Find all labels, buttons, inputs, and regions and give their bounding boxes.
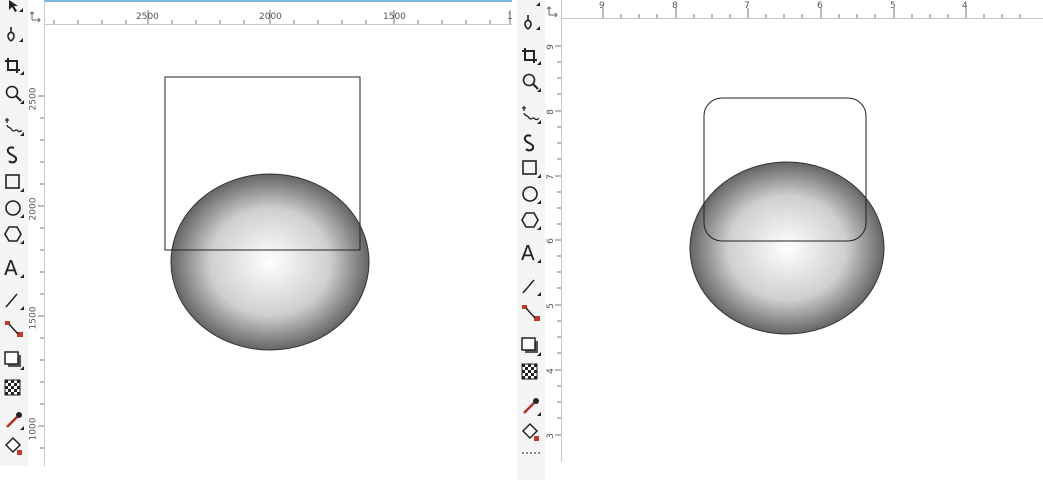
crop-tool-icon[interactable] bbox=[520, 46, 542, 68]
hruler-label: 5 bbox=[890, 1, 896, 11]
connector-tool-icon[interactable] bbox=[3, 318, 25, 340]
shape-tool-icon[interactable] bbox=[3, 24, 25, 46]
horizontal-ruler[interactable]: 2500 2000 1500 1 bbox=[28, 0, 512, 25]
drop-shadow-tool-icon[interactable] bbox=[520, 336, 542, 358]
ruler-origin-corner[interactable] bbox=[28, 0, 45, 25]
crop-tool-icon[interactable] bbox=[3, 56, 25, 78]
hruler-label: 9 bbox=[599, 1, 605, 11]
shape-tool-icon[interactable] bbox=[520, 12, 542, 34]
horizontal-ruler[interactable]: 9 8 7 6 5 4 bbox=[545, 0, 1043, 19]
vruler-label: 5 bbox=[545, 303, 556, 309]
toolbox-overflow-icon[interactable] bbox=[520, 448, 542, 470]
gradient-ellipse-shape[interactable] bbox=[170, 173, 370, 351]
ruler-ticks bbox=[602, 8, 1021, 18]
right-panel: 9 8 7 6 5 4 9 8 7 6 5 4 3 A bbox=[517, 0, 1043, 480]
drawing-canvas[interactable] bbox=[44, 25, 512, 467]
freehand-tool-icon[interactable] bbox=[520, 104, 542, 126]
drawing-canvas[interactable] bbox=[561, 18, 1043, 480]
vruler-label: 2000 bbox=[28, 197, 39, 221]
eyedropper-tool-icon[interactable] bbox=[520, 396, 542, 418]
vruler-label: 3 bbox=[545, 433, 556, 439]
vertical-ruler[interactable]: 9 8 7 6 5 4 3 bbox=[545, 18, 562, 462]
polygon-tool-icon[interactable] bbox=[520, 210, 542, 232]
hruler-label: 2500 bbox=[136, 12, 159, 22]
pick-tool-icon[interactable] bbox=[3, 0, 25, 22]
hruler-label: 7 bbox=[744, 1, 750, 11]
vruler-label: 1000 bbox=[28, 417, 39, 441]
fill-tool-icon[interactable] bbox=[3, 436, 25, 458]
vruler-label: 9 bbox=[545, 44, 556, 50]
left-panel: 2500 2000 1500 1 2500 2000 1500 1000 A bbox=[0, 0, 512, 480]
rectangle-tool-icon[interactable] bbox=[3, 172, 25, 194]
connector-tool-icon[interactable] bbox=[520, 302, 542, 324]
ruler-origin-icon bbox=[546, 6, 558, 18]
zoom-tool-icon[interactable] bbox=[3, 84, 25, 106]
vruler-label: 1500 bbox=[28, 306, 39, 330]
hruler-label: 4 bbox=[962, 1, 968, 11]
hruler-label: 8 bbox=[672, 1, 678, 11]
ruler-origin-corner[interactable] bbox=[545, 0, 562, 19]
parallel-dimension-tool-icon[interactable] bbox=[3, 290, 25, 312]
hruler-label: 6 bbox=[817, 1, 823, 11]
vruler-label: 2500 bbox=[28, 87, 39, 111]
text-tool-icon[interactable]: A bbox=[3, 256, 25, 280]
ellipse-tool-icon[interactable] bbox=[3, 198, 25, 220]
vruler-label: 4 bbox=[545, 368, 556, 374]
ruler-origin-icon bbox=[29, 11, 41, 23]
fill-tool-icon[interactable] bbox=[520, 422, 542, 444]
hruler-label: 1500 bbox=[383, 12, 406, 22]
hruler-label: 2000 bbox=[259, 12, 282, 22]
vruler-label: 8 bbox=[545, 109, 556, 115]
transparency-tool-icon[interactable] bbox=[520, 362, 542, 384]
parallel-dimension-tool-icon[interactable] bbox=[520, 276, 542, 298]
zoom-tool-icon[interactable] bbox=[520, 72, 542, 94]
ellipse-tool-icon[interactable] bbox=[520, 184, 542, 206]
text-tool-icon[interactable]: A bbox=[520, 241, 542, 265]
vertical-ruler[interactable]: 2500 2000 1500 1000 bbox=[28, 24, 45, 466]
rectangle-tool-icon[interactable] bbox=[520, 158, 542, 180]
polygon-tool-icon[interactable] bbox=[3, 224, 25, 246]
transparency-tool-icon[interactable] bbox=[3, 378, 25, 400]
vruler-label: 7 bbox=[545, 174, 556, 180]
gradient-ellipse-shape[interactable] bbox=[689, 161, 885, 335]
vruler-label: 6 bbox=[545, 238, 556, 244]
artistic-media-tool-icon[interactable] bbox=[3, 144, 25, 166]
drop-shadow-tool-icon[interactable] bbox=[3, 350, 25, 372]
artistic-media-tool-icon[interactable] bbox=[520, 132, 542, 154]
toolbox: A bbox=[0, 0, 28, 466]
eyedropper-tool-icon[interactable] bbox=[3, 410, 25, 432]
toolbox: A bbox=[517, 0, 545, 480]
freehand-tool-icon[interactable] bbox=[3, 116, 25, 138]
